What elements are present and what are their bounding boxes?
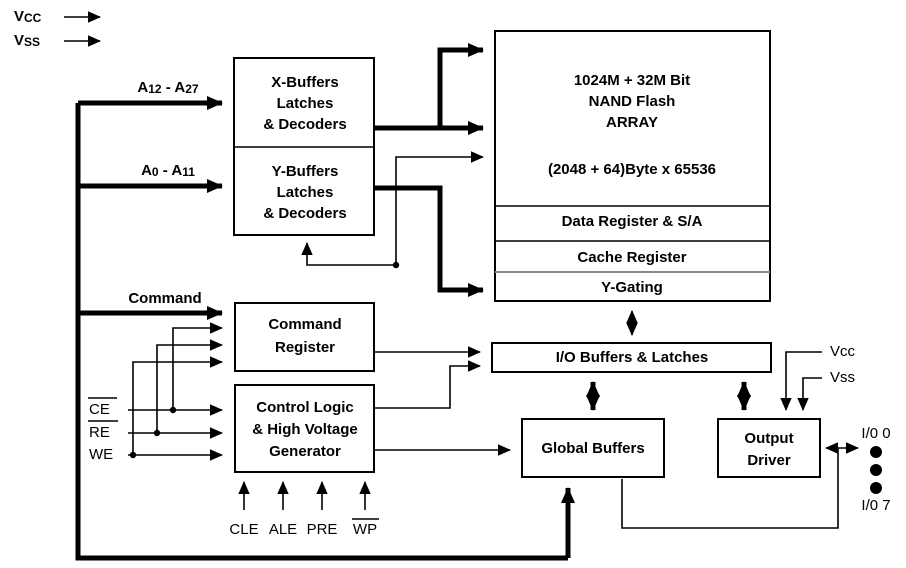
control-logic-line1: Control Logic <box>256 399 354 416</box>
svg-text:VCC: VCC <box>14 8 42 25</box>
io-pin-dot-1 <box>870 446 882 458</box>
re-label: RE <box>89 424 110 441</box>
global-buffers-label: Global Buffers <box>541 440 644 457</box>
y-gating-label: Y-Gating <box>601 279 663 296</box>
pre-label: PRE <box>307 521 338 538</box>
io-pin-bottom-label: I/0 7 <box>861 497 890 514</box>
control-logic-line2: & High Voltage <box>252 421 358 438</box>
output-driver-line1: Output <box>744 430 793 447</box>
ce-label: CE <box>89 401 110 418</box>
vcc-label-sub: CC <box>24 11 42 25</box>
junction-dot-command-feed <box>392 261 400 269</box>
junction-dot-ce <box>169 406 177 414</box>
cache-register-label: Cache Register <box>577 249 686 266</box>
array-line4: (2048 + 64)Byte x 65536 <box>548 161 716 178</box>
vcc-label-output-driver: Vcc <box>830 343 856 360</box>
junction-dot-re <box>153 429 161 437</box>
y-buffers-line1: Y-Buffers <box>272 163 339 180</box>
vss-label-output-driver: Vss <box>830 369 855 386</box>
we-label: WE <box>89 446 113 463</box>
vss-label-sub: SS <box>24 35 40 49</box>
address-high-label: A12 - A27 <box>137 79 198 96</box>
y-buffers-line2: Latches <box>277 184 334 201</box>
x-buffers-line3: & Decoders <box>263 116 346 133</box>
io-pin-dot-3 <box>870 482 882 494</box>
array-line2: NAND Flash <box>589 93 676 110</box>
array-line1: 1024M + 32M Bit <box>574 72 690 89</box>
command-register-line1: Command <box>268 316 341 333</box>
array-line3: ARRAY <box>606 114 658 131</box>
y-buffers-line3: & Decoders <box>263 205 346 222</box>
x-buffers-line2: Latches <box>277 95 334 112</box>
vcc-label-main: V <box>14 8 24 25</box>
control-logic-line3: Generator <box>269 443 341 460</box>
command-register-line2: Register <box>275 339 335 356</box>
vss-label-main: V <box>14 32 24 49</box>
address-low-label: A0 - A11 <box>141 162 195 179</box>
ale-label: ALE <box>269 521 297 538</box>
nand-flash-block-diagram: VCC VSS A12 - A27 A0 - A11 Command X-Buf… <box>0 0 906 568</box>
command-register-box <box>234 302 375 372</box>
io-pin-dot-2 <box>870 464 882 476</box>
x-buffers-line1: X-Buffers <box>271 74 339 91</box>
svg-text:VSS: VSS <box>14 32 40 49</box>
wp-label: WP <box>353 521 377 538</box>
output-driver-line2: Driver <box>747 452 791 469</box>
data-register-label: Data Register & S/A <box>562 213 703 230</box>
junction-dot-we <box>129 451 137 459</box>
io-pin-top-label: I/0 0 <box>861 425 890 442</box>
io-buffers-label: I/O Buffers & Latches <box>556 349 709 366</box>
command-label: Command <box>128 290 201 307</box>
cle-label: CLE <box>229 521 258 538</box>
